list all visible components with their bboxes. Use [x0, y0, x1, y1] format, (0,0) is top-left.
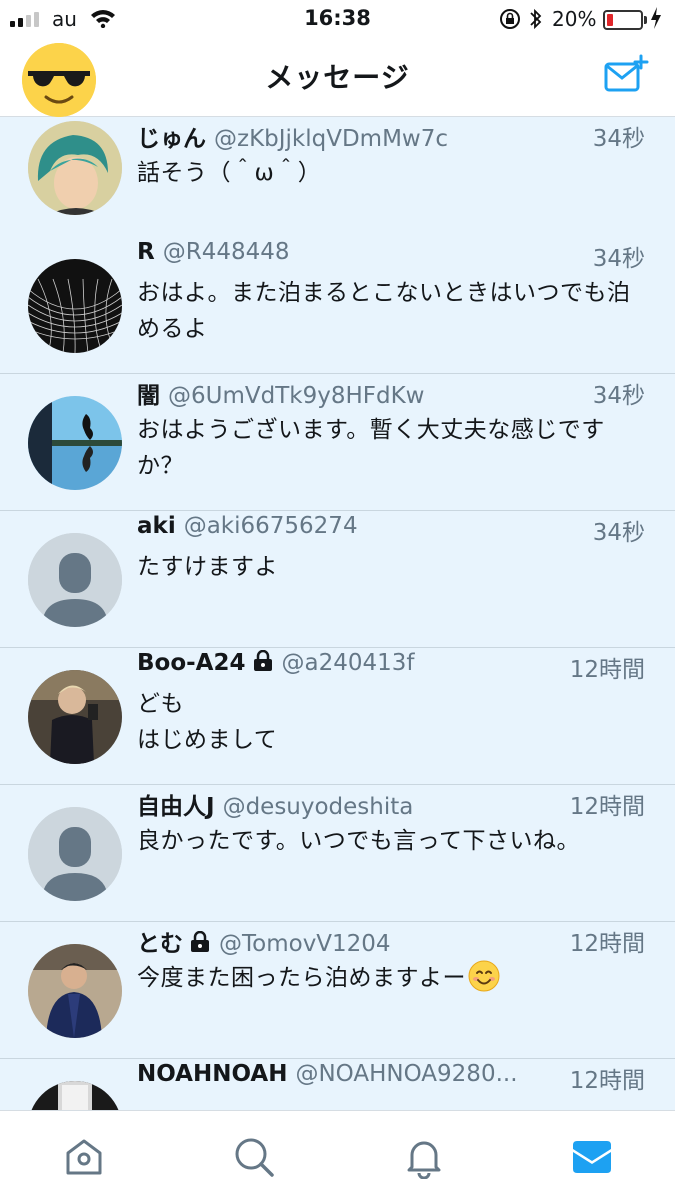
timestamp: 34秒	[592, 246, 645, 272]
conversation-header: じゅん @zKbJjklqVDmMw7c 34秒	[137, 119, 645, 155]
timestamp: 34秒	[592, 383, 645, 409]
sender-handle: @6UmVdTk9y8HFdKw	[168, 383, 425, 409]
sender-name: NOAHNOAH	[137, 1061, 288, 1087]
bluetooth-icon	[530, 8, 542, 30]
battery-icon	[603, 10, 647, 30]
avatar[interactable]	[28, 1081, 122, 1110]
conversation-row[interactable]: NOAHNOAH @NOAHNOA9280... 12時間	[0, 1059, 675, 1110]
search-icon[interactable]	[232, 1135, 276, 1179]
timestamp: 34秒	[592, 126, 645, 152]
avatar[interactable]	[28, 396, 122, 490]
notifications-icon[interactable]	[402, 1135, 446, 1179]
message-preview: おはよ。また泊まるとこないときはいつでも泊めるよ	[137, 280, 631, 342]
message-preview: 今度また困ったら泊めますよー	[137, 960, 647, 996]
conversation-header: NOAHNOAH @NOAHNOA9280... 12時間	[137, 1061, 645, 1097]
sender-handle: @aki66756274	[183, 513, 358, 539]
conversation-row[interactable]: Boo-A24 @a240413f 12時間 ども はじめまして	[0, 648, 675, 785]
avatar[interactable]	[28, 944, 122, 1038]
conversation-header: R @R448448 34秒	[137, 239, 645, 275]
conversation-header: Boo-A24 @a240413f 12時間	[137, 650, 645, 686]
conversation-row[interactable]: とむ @TomovV1204 12時間 今度また困ったら泊めますよー	[0, 922, 675, 1059]
sender-name: じゅん	[137, 126, 206, 152]
sender-name: とむ	[137, 931, 183, 957]
avatar[interactable]	[28, 533, 122, 627]
navigation-bar: メッセージ	[0, 38, 675, 117]
home-icon[interactable]	[62, 1135, 106, 1179]
conversation-list[interactable]: じゅん @zKbJjklqVDmMw7c 34秒 話そう（＾ω＾） R @R4484…	[0, 117, 675, 1110]
timestamp: 12時間	[569, 657, 645, 683]
message-text: 今度また困ったら泊めますよー	[137, 965, 466, 991]
lock-icon	[253, 650, 272, 671]
message-preview: おはようございます。暫く大丈夫な感じですか？	[137, 417, 605, 479]
orientation-lock-icon	[500, 9, 520, 29]
battery-percent: 20%	[552, 7, 597, 31]
timestamp: 12時間	[569, 1068, 645, 1094]
sender-handle: @NOAHNOA9280...	[295, 1061, 518, 1087]
timestamp: 12時間	[569, 794, 645, 820]
sender-handle: @R448448	[162, 239, 290, 265]
conversation-row[interactable]: aki @aki66756274 34秒 たすけますよ	[0, 511, 675, 648]
conversation-header: 闇 @6UmVdTk9y8HFdKw 34秒	[137, 376, 645, 412]
avatar[interactable]	[28, 807, 122, 901]
conversation-row[interactable]: 自由人J @desuyodeshita 12時間 良かったです。いつでも言って下さ…	[0, 785, 675, 922]
timestamp: 34秒	[592, 520, 645, 546]
lock-icon	[191, 931, 209, 952]
status-bar: au 16:38 20%	[0, 0, 675, 38]
conversation-row[interactable]: R @R448448 34秒 おはよ。また泊まるとこないときはいつでも泊めるよ	[0, 237, 675, 374]
sender-name: 闇	[137, 383, 160, 409]
timestamp: 12時間	[569, 931, 645, 957]
sender-name: aki	[137, 513, 176, 539]
default-avatar-icon	[28, 807, 122, 901]
conversation-header: aki @aki66756274 34秒	[137, 513, 645, 549]
sender-name: Boo-A24	[137, 650, 246, 676]
smiling-face-emoji-icon	[468, 960, 500, 992]
avatar[interactable]	[28, 259, 122, 353]
message-preview: 良かったです。いつでも言って下さいね。	[137, 828, 581, 854]
conversation-row[interactable]: じゅん @zKbJjklqVDmMw7c 34秒 話そう（＾ω＾）	[0, 117, 675, 254]
charging-bolt-icon	[651, 7, 661, 29]
sender-name: R	[137, 239, 155, 265]
message-line: ども	[137, 691, 184, 717]
sender-handle: @desuyodeshita	[222, 794, 414, 820]
message-preview: ども はじめまして	[137, 686, 647, 758]
sender-handle: @a240413f	[281, 650, 415, 676]
message-line: はじめまして	[137, 727, 278, 753]
avatar[interactable]	[28, 670, 122, 764]
page-title: メッセージ	[265, 61, 410, 94]
avatar[interactable]	[28, 121, 122, 215]
message-preview: 話そう（＾ω＾）	[137, 160, 322, 186]
default-avatar-icon	[28, 533, 122, 627]
conversation-header: とむ @TomovV1204 12時間	[137, 924, 645, 960]
compose-message-icon[interactable]	[603, 54, 649, 94]
conversation-row[interactable]: 闇 @6UmVdTk9y8HFdKw 34秒 おはようございます。暫く大丈夫な感じ…	[0, 374, 675, 511]
conversation-header: 自由人J @desuyodeshita 12時間	[137, 787, 645, 823]
sender-handle: @zKbJjklqVDmMw7c	[214, 126, 449, 152]
messages-icon[interactable]	[570, 1135, 614, 1179]
tab-bar	[0, 1110, 675, 1201]
message-preview: たすけますよ	[137, 554, 278, 580]
sender-handle: @TomovV1204	[219, 931, 391, 957]
sender-name: 自由人J	[137, 794, 215, 820]
